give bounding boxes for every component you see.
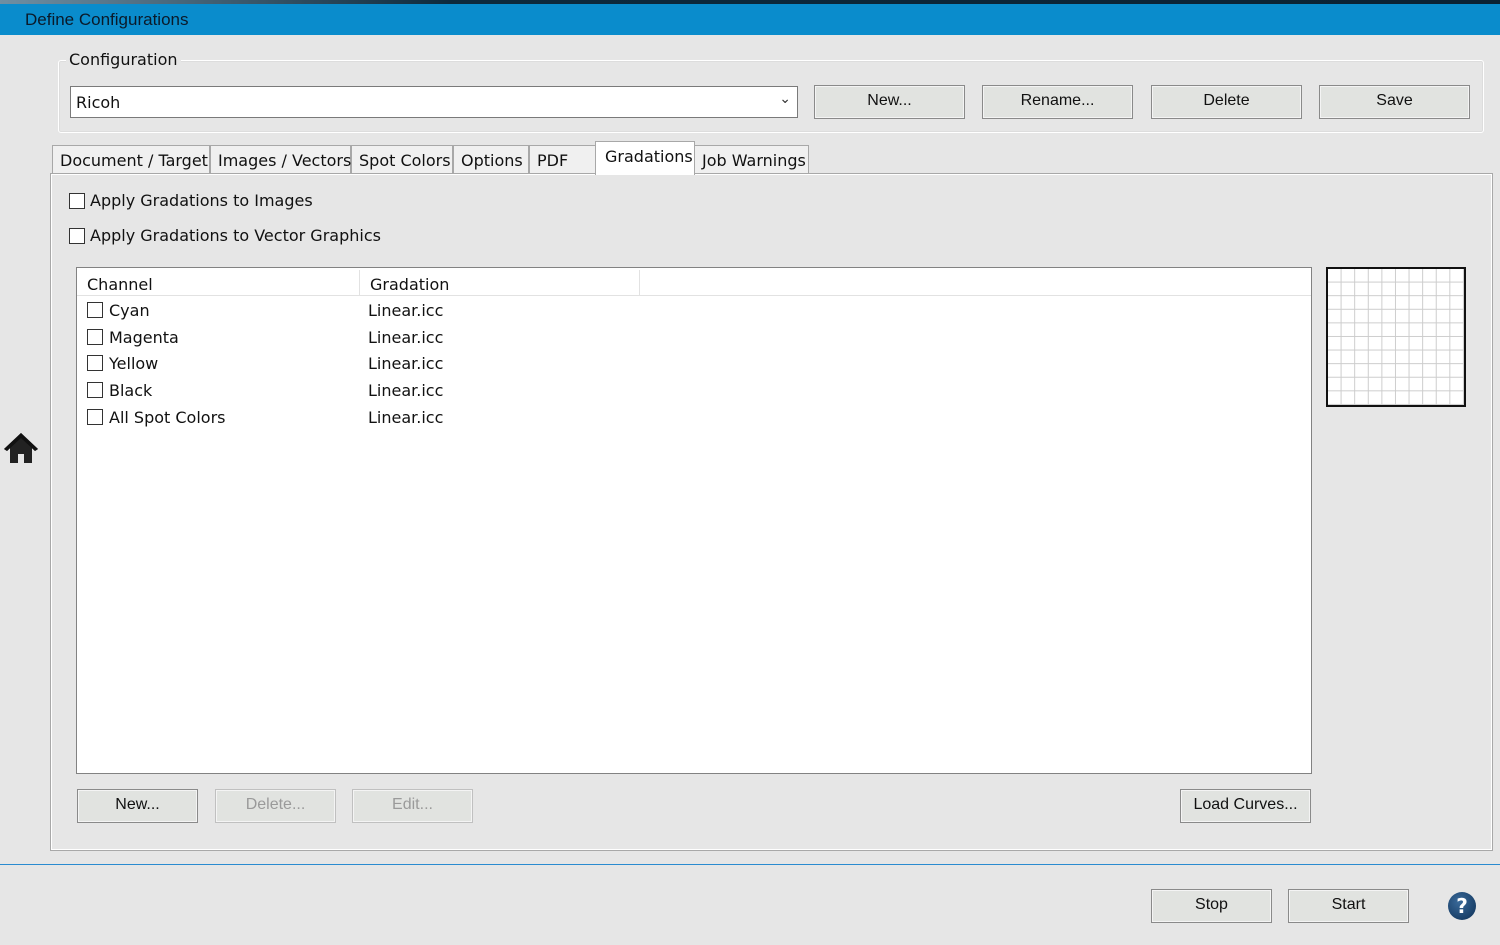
home-icon[interactable] [2, 430, 40, 466]
tab-images-vectors[interactable]: Images / Vectors [210, 145, 351, 174]
new-config-button[interactable]: New... [814, 85, 965, 119]
row-checkbox[interactable] [87, 409, 103, 425]
start-button[interactable]: Start [1288, 889, 1409, 923]
table-row[interactable]: Cyan Linear.icc [87, 297, 443, 323]
channel-name: All Spot Colors [109, 407, 226, 427]
row-checkbox[interactable] [87, 302, 103, 318]
stop-button[interactable]: Stop [1151, 889, 1272, 923]
table-row[interactable]: Black Linear.icc [87, 377, 443, 403]
tab-job-warnings[interactable]: Job Warnings [694, 145, 809, 174]
apply-vectors-checkbox[interactable] [69, 227, 85, 244]
column-header-gradation[interactable]: Gradation [360, 270, 640, 296]
gradation-value: Linear.icc [368, 300, 444, 320]
apply-images-checkbox[interactable] [69, 192, 85, 209]
save-config-button[interactable]: Save [1319, 85, 1470, 119]
configuration-label: Configuration [66, 50, 181, 69]
delete-gradation-button[interactable]: Delete... [215, 789, 336, 823]
channel-name: Black [109, 380, 153, 400]
chevron-down-icon: ⌄ [779, 91, 791, 107]
gradation-value: Linear.icc [368, 407, 444, 427]
table-row[interactable]: Yellow Linear.icc [87, 350, 443, 376]
channel-name: Magenta [109, 327, 179, 347]
rename-config-button[interactable]: Rename... [982, 85, 1133, 119]
gradation-value: Linear.icc [368, 380, 444, 400]
table-row[interactable]: Magenta Linear.icc [87, 324, 443, 350]
row-checkbox[interactable] [87, 329, 103, 345]
new-gradation-button[interactable]: New... [77, 789, 198, 823]
apply-vectors-label: Apply Gradations to Vector Graphics [90, 226, 381, 245]
tab-options[interactable]: Options [453, 145, 529, 174]
channel-name: Yellow [109, 353, 159, 373]
gradation-value: Linear.icc [368, 327, 444, 347]
load-curves-button[interactable]: Load Curves... [1180, 789, 1311, 823]
delete-config-button[interactable]: Delete [1151, 85, 1302, 119]
apply-images-label: Apply Gradations to Images [90, 191, 313, 210]
tab-gradations[interactable]: Gradations [595, 141, 695, 175]
configuration-select[interactable]: Ricoh ⌄ [70, 86, 798, 118]
configuration-value: Ricoh [76, 93, 121, 112]
tab-spot-colors[interactable]: Spot Colors [351, 145, 453, 174]
table-row[interactable]: All Spot Colors Linear.icc [87, 404, 443, 430]
tab-document-target[interactable]: Document / Target [52, 145, 210, 174]
row-checkbox[interactable] [87, 382, 103, 398]
footer-separator [0, 864, 1500, 865]
help-icon[interactable]: ? [1448, 892, 1476, 920]
apply-vectors-checkbox-row[interactable]: Apply Gradations to Vector Graphics [69, 226, 381, 245]
channel-name: Cyan [109, 300, 150, 320]
apply-images-checkbox-row[interactable]: Apply Gradations to Images [69, 191, 313, 210]
row-checkbox[interactable] [87, 355, 103, 371]
gradation-curve-preview [1326, 267, 1466, 407]
title-bar [0, 4, 1500, 35]
tab-pdf[interactable]: PDF [529, 145, 596, 174]
window-title: Define Configurations [25, 10, 189, 29]
edit-gradation-button[interactable]: Edit... [352, 789, 473, 823]
column-header-channel[interactable]: Channel [77, 270, 360, 296]
channel-list[interactable]: Channel Gradation Cyan Linear.icc Magenta… [76, 267, 1312, 774]
column-header-empty [640, 270, 1311, 296]
gradation-value: Linear.icc [368, 353, 444, 373]
